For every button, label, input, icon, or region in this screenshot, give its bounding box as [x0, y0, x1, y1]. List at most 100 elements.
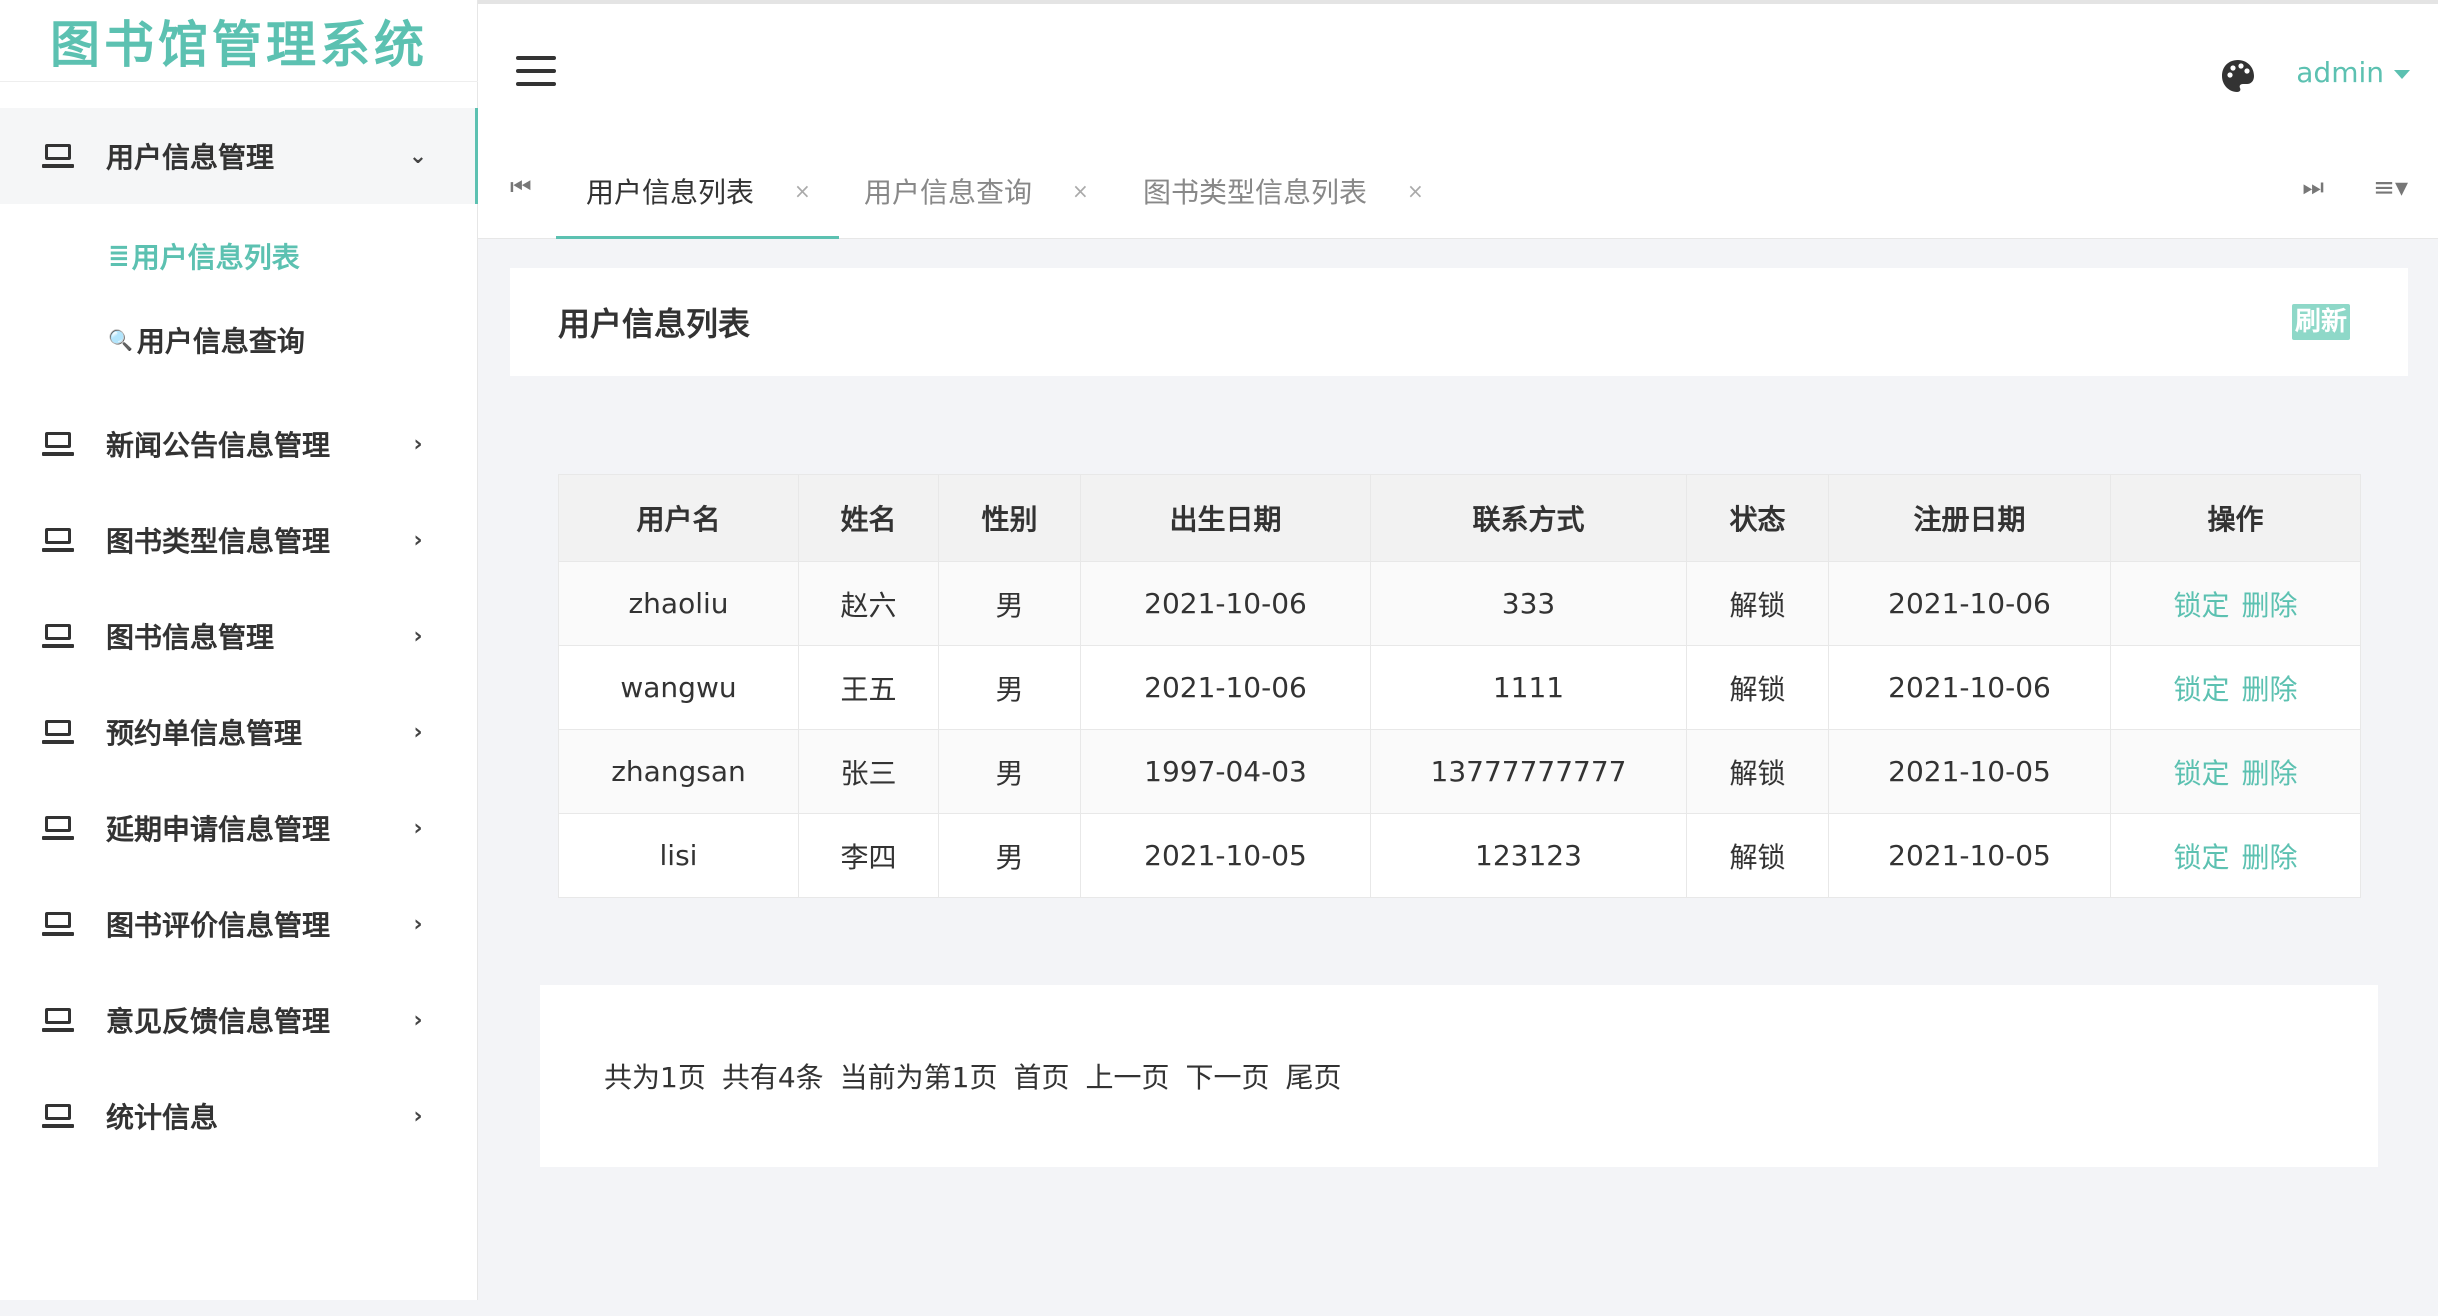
- tab-prev-icon[interactable]: ⏮: [510, 173, 532, 201]
- sidebar-item-book[interactable]: 图书信息管理 ›: [0, 588, 478, 684]
- table-header-row: 用户名 姓名 性别 出生日期 联系方式 状态 注册日期 操作: [558, 474, 2361, 562]
- sidebar-item-label: 统计信息: [106, 1101, 219, 1134]
- cell-status: 解锁: [1686, 645, 1829, 730]
- top-bar: admin: [478, 0, 2438, 143]
- sidebar-item-review[interactable]: 图书评价信息管理 ›: [0, 876, 478, 972]
- palette-icon[interactable]: [2220, 58, 2256, 94]
- sidebar-item-statistics[interactable]: 统计信息 ›: [0, 1068, 478, 1164]
- tab-bar: ⏮ 用户信息列表 × 用户信息查询 × 图书类型信息列表 × ⏭ ≡▾: [478, 143, 2438, 239]
- laptop-icon: [42, 1008, 74, 1032]
- pager-prev-link[interactable]: 上一页: [1086, 1056, 1170, 1096]
- chevron-right-icon: ›: [413, 527, 423, 553]
- laptop-icon: [42, 432, 74, 456]
- column-header: 联系方式: [1370, 474, 1687, 562]
- sidebar-item-feedback[interactable]: 意见反馈信息管理 ›: [0, 972, 478, 1068]
- lock-link[interactable]: 锁定: [2173, 589, 2229, 622]
- sidebar-subitem-user-query[interactable]: 🔍 用户信息查询: [0, 298, 478, 382]
- cell-status: 解锁: [1686, 813, 1829, 898]
- cell-reg-date: 2021-10-06: [1828, 561, 2111, 646]
- laptop-icon: [42, 720, 74, 744]
- cell-actions: 锁定 删除: [2110, 561, 2361, 646]
- cell-actions: 锁定 删除: [2110, 813, 2361, 898]
- delete-link[interactable]: 删除: [2242, 589, 2298, 622]
- sidebar-item-reservation[interactable]: 预约单信息管理 ›: [0, 684, 478, 780]
- cell-gender: 男: [938, 729, 1081, 814]
- chevron-right-icon: ›: [413, 1007, 423, 1033]
- chevron-down-icon: ⌄: [408, 143, 428, 169]
- sidebar-item-label: 新闻公告信息管理: [106, 429, 331, 462]
- cell-actions: 锁定 删除: [2110, 645, 2361, 730]
- sidebar-item-label: 意见反馈信息管理: [106, 1005, 331, 1038]
- app-title: 图书馆管理系统: [0, 0, 478, 82]
- table-row: lisi 李四 男 2021-10-05 123123 解锁 2021-10-0…: [558, 813, 2361, 898]
- lock-link[interactable]: 锁定: [2173, 841, 2229, 874]
- cell-gender: 男: [938, 813, 1081, 898]
- cell-contact: 123123: [1370, 813, 1687, 898]
- sidebar-item-label: 图书类型信息管理: [106, 525, 331, 558]
- laptop-icon: [42, 912, 74, 936]
- close-icon[interactable]: ×: [1407, 179, 1424, 203]
- page-title: 用户信息列表: [558, 305, 751, 343]
- tab-user-list[interactable]: 用户信息列表 ×: [556, 143, 839, 239]
- sidebar-item-user-info[interactable]: 用户信息管理 ⌄: [0, 108, 479, 204]
- cell-birth: 2021-10-06: [1080, 561, 1371, 646]
- cell-birth: 1997-04-03: [1080, 729, 1371, 814]
- laptop-icon: [42, 624, 74, 648]
- cell-name: 王五: [798, 645, 939, 730]
- delete-link[interactable]: 删除: [2242, 757, 2298, 790]
- chevron-right-icon: ›: [413, 911, 423, 937]
- cell-actions: 锁定 删除: [2110, 729, 2361, 814]
- cell-name: 张三: [798, 729, 939, 814]
- sidebar-subitem-label: 用户信息列表: [131, 241, 300, 274]
- list-icon: ≣: [108, 241, 130, 271]
- cell-birth: 2021-10-06: [1080, 645, 1371, 730]
- sidebar-item-book-type[interactable]: 图书类型信息管理 ›: [0, 492, 478, 588]
- tab-user-query[interactable]: 用户信息查询 ×: [864, 143, 1089, 239]
- cell-reg-date: 2021-10-05: [1828, 729, 2111, 814]
- user-menu[interactable]: admin: [2296, 56, 2410, 89]
- tab-next-icon[interactable]: ⏭: [2302, 173, 2324, 201]
- chevron-right-icon: ›: [413, 431, 423, 457]
- cell-contact: 13777777777: [1370, 729, 1687, 814]
- column-header: 状态: [1686, 474, 1829, 562]
- column-header: 出生日期: [1080, 474, 1371, 562]
- pagination: 共为1页 共有4条 当前为第1页 首页 上一页 下一页 尾页: [540, 985, 2378, 1167]
- table-row: zhangsan 张三 男 1997-04-03 13777777777 解锁 …: [558, 729, 2361, 814]
- sidebar-item-label: 用户信息管理: [106, 141, 275, 174]
- refresh-button[interactable]: 刷新: [2291, 304, 2350, 340]
- sidebar-item-label: 预约单信息管理: [106, 717, 303, 750]
- cell-contact: 1111: [1370, 645, 1687, 730]
- hamburger-icon[interactable]: [516, 56, 558, 88]
- column-header: 用户名: [558, 474, 799, 562]
- delete-link[interactable]: 删除: [2242, 841, 2298, 874]
- pager-next-link[interactable]: 下一页: [1186, 1056, 1270, 1096]
- chevron-right-icon: ›: [413, 1103, 423, 1129]
- pager-first-link[interactable]: 首页: [1013, 1056, 1069, 1096]
- cell-gender: 男: [938, 561, 1081, 646]
- lock-link[interactable]: 锁定: [2173, 673, 2229, 706]
- tab-label: 图书类型信息列表: [1143, 176, 1368, 209]
- tab-book-type-list[interactable]: 图书类型信息列表 ×: [1143, 143, 1424, 239]
- tab-menu-icon[interactable]: ≡▾: [2373, 173, 2408, 203]
- delete-link[interactable]: 删除: [2242, 673, 2298, 706]
- close-icon[interactable]: ×: [794, 179, 811, 203]
- pager-total-records: 共有4条: [721, 1061, 824, 1094]
- sidebar-item-extension[interactable]: 延期申请信息管理 ›: [0, 780, 478, 876]
- pager-last-link[interactable]: 尾页: [1286, 1056, 1342, 1096]
- cell-reg-date: 2021-10-05: [1828, 813, 2111, 898]
- cell-username: wangwu: [558, 645, 799, 730]
- column-header: 性别: [938, 474, 1081, 562]
- sidebar-subitem-label: 用户信息查询: [136, 325, 305, 358]
- close-icon[interactable]: ×: [1072, 179, 1089, 203]
- laptop-icon: [42, 1104, 74, 1128]
- cell-name: 赵六: [798, 561, 939, 646]
- tab-label: 用户信息列表: [586, 176, 755, 209]
- cell-reg-date: 2021-10-06: [1828, 645, 2111, 730]
- sidebar-item-news[interactable]: 新闻公告信息管理 ›: [0, 396, 478, 492]
- search-icon: 🔍: [108, 328, 133, 352]
- cell-username: zhaoliu: [558, 561, 799, 646]
- cell-name: 李四: [798, 813, 939, 898]
- sidebar-subitem-user-list[interactable]: ≣ 用户信息列表: [0, 214, 478, 298]
- lock-link[interactable]: 锁定: [2173, 757, 2229, 790]
- user-name: admin: [2296, 56, 2384, 89]
